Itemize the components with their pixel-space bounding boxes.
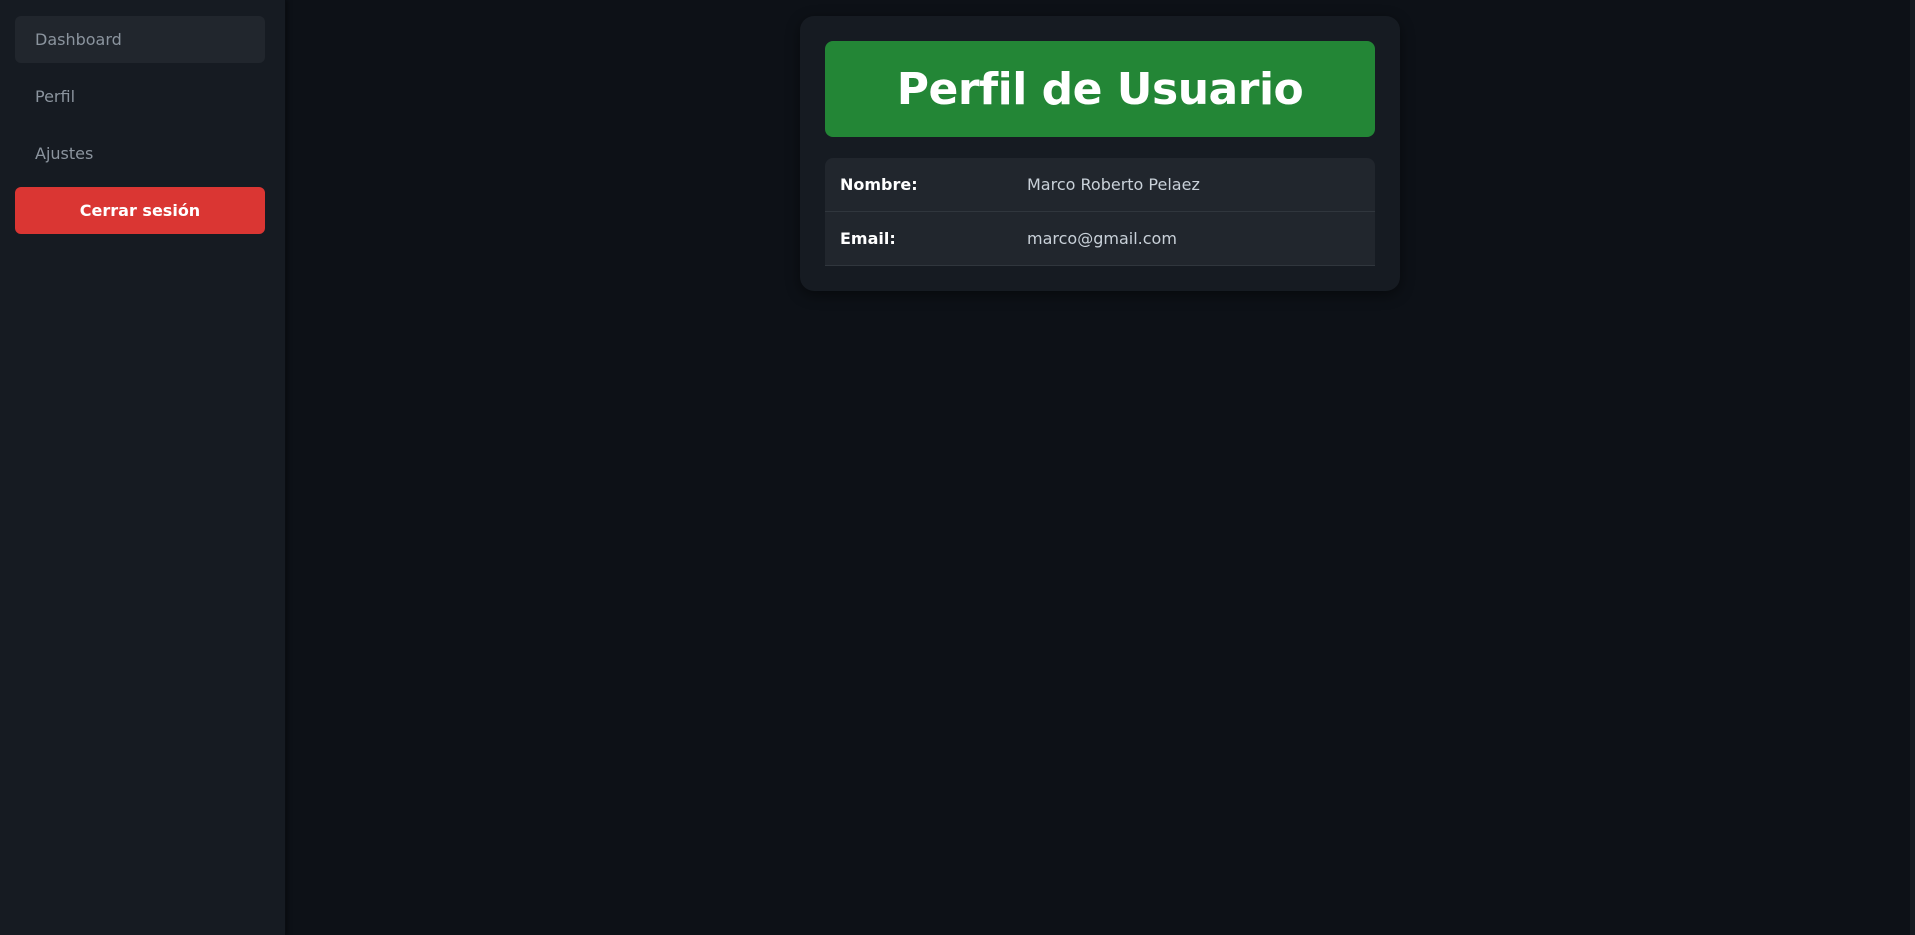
email-value: marco@gmail.com xyxy=(1027,229,1177,248)
page-title: Perfil de Usuario xyxy=(896,63,1304,115)
name-value: Marco Roberto Pelaez xyxy=(1027,175,1200,194)
info-row-email: Email: marco@gmail.com xyxy=(825,212,1375,266)
profile-card: Perfil de Usuario Nombre: Marco Roberto … xyxy=(800,16,1400,291)
profile-header: Perfil de Usuario xyxy=(825,41,1375,137)
sidebar-item-perfil[interactable]: Perfil xyxy=(15,73,265,120)
sidebar-item-dashboard[interactable]: Dashboard xyxy=(15,16,265,63)
page-scrollbar[interactable] xyxy=(1910,0,1915,935)
email-label: Email: xyxy=(840,229,896,248)
app-root: Dashboard Perfil Ajustes Cerrar sesión P… xyxy=(0,0,1915,935)
logout-button[interactable]: Cerrar sesión xyxy=(15,187,265,234)
name-label: Nombre: xyxy=(840,175,918,194)
info-row-name: Nombre: Marco Roberto Pelaez xyxy=(825,158,1375,212)
sidebar-item-ajustes[interactable]: Ajustes xyxy=(15,130,265,177)
sidebar: Dashboard Perfil Ajustes Cerrar sesión xyxy=(0,0,286,935)
profile-info-table: Nombre: Marco Roberto Pelaez Email: marc… xyxy=(825,158,1375,266)
